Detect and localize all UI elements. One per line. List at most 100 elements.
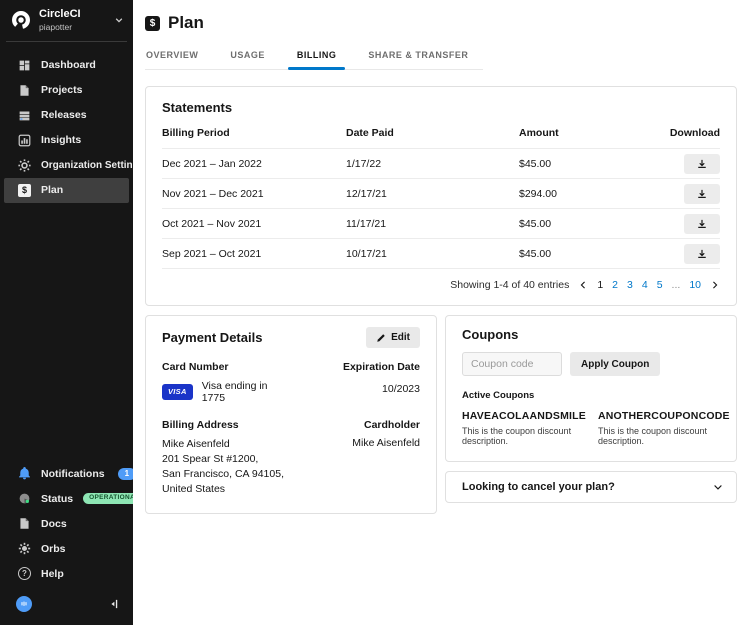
- docs-icon: [18, 517, 31, 530]
- cancel-plan-accordion[interactable]: Looking to cancel your plan?: [445, 471, 737, 503]
- lower-section: Payment Details Edit Card Number VISA Vi…: [145, 315, 737, 514]
- intercom-chat-icon[interactable]: [16, 596, 32, 612]
- coupon-description: This is the coupon discount description.: [597, 426, 708, 446]
- edit-button-label: Edit: [391, 332, 410, 343]
- cardholder-value: Mike Aisenfeld: [352, 437, 420, 449]
- table-row: Sep 2021 – Oct 2021 10/17/21 $45.00: [162, 238, 720, 268]
- pencil-icon: [377, 333, 385, 342]
- cardholder-label: Cardholder: [363, 419, 420, 431]
- column-header-amount: Amount: [519, 127, 559, 139]
- download-button[interactable]: [684, 183, 720, 204]
- address-line: San Francisco, CA 94105, United States: [162, 468, 284, 495]
- sidebar-item-help[interactable]: ? Help: [0, 561, 133, 586]
- edit-payment-button[interactable]: Edit: [366, 327, 420, 348]
- sidebar-item-plan[interactable]: $ Plan: [4, 177, 129, 203]
- bell-icon: [18, 467, 31, 480]
- page-title: Plan: [168, 13, 204, 32]
- page-header: $ Plan: [145, 10, 737, 33]
- date-paid-cell: 10/17/21: [346, 247, 387, 260]
- sidebar-item-status[interactable]: Status OPERATIONAL: [0, 486, 146, 511]
- amount-cell: $45.00: [519, 247, 552, 260]
- page-number[interactable]: 3: [627, 279, 633, 291]
- sidebar-item-insights[interactable]: Insights: [0, 128, 133, 153]
- page-number[interactable]: 5: [657, 279, 663, 291]
- sidebar-item-organization-settings[interactable]: Organization Settings: [0, 153, 144, 178]
- page-number-current[interactable]: 1: [597, 279, 603, 291]
- sidebar-footer: [0, 588, 133, 625]
- amount-cell: $45.00: [519, 157, 552, 170]
- dollar-icon: $: [18, 183, 31, 197]
- table-row: Nov 2021 – Dec 2021 12/17/21 $294.00: [162, 178, 720, 208]
- sidebar-item-docs[interactable]: Docs: [0, 511, 133, 536]
- download-button[interactable]: [684, 153, 720, 174]
- org-name: piapotter: [39, 22, 73, 32]
- card-number-label: Card Number: [162, 361, 229, 373]
- page-number[interactable]: 4: [642, 279, 648, 291]
- circleci-logo-icon: [10, 9, 32, 31]
- org-switcher[interactable]: CircleCI piapotter: [0, 0, 133, 40]
- coupon-code-input[interactable]: [462, 352, 562, 376]
- statements-table: Billing Period Date Paid Amount Download…: [162, 127, 720, 268]
- help-icon: ?: [18, 567, 31, 580]
- statements-title: Statements: [162, 100, 233, 115]
- column-header-billing-period: Billing Period: [162, 127, 230, 139]
- chevron-down-icon: [712, 481, 724, 493]
- sidebar: CircleCI piapotter Dashboard Projects Re…: [0, 0, 146, 625]
- plan-dollar-icon: $: [145, 15, 160, 31]
- sidebar-item-label: Releases: [41, 109, 87, 121]
- sidebar-item-label: Docs: [41, 517, 67, 530]
- coupon-item: ANOTHERCOUPONCODE This is the coupon dis…: [598, 410, 730, 446]
- sidebar-item-releases[interactable]: Releases: [0, 103, 133, 128]
- status-icon: [18, 492, 31, 505]
- expiration-date-value: 10/2023: [382, 383, 420, 395]
- amount-cell: $294.00: [519, 187, 557, 200]
- table-row: Oct 2021 – Nov 2021 11/17/21 $45.00: [162, 208, 720, 238]
- coupons-title: Coupons: [462, 327, 519, 342]
- tab-usage[interactable]: USAGE: [229, 46, 266, 69]
- sidebar-item-orbs[interactable]: Orbs: [0, 536, 133, 561]
- apply-coupon-button[interactable]: Apply Coupon: [570, 352, 661, 376]
- address-line: 201 Spear St #1200,: [162, 453, 259, 465]
- amount-cell: $45.00: [519, 217, 552, 230]
- coupons-card: Coupons Apply Coupon Active Coupons HAVE…: [445, 315, 737, 462]
- payment-details-title: Payment Details: [162, 330, 263, 345]
- collapse-sidebar-icon[interactable]: [108, 598, 120, 610]
- date-paid-cell: 1/17/22: [346, 157, 382, 170]
- orbs-icon: [18, 542, 31, 555]
- sidebar-item-label: Help: [41, 567, 64, 580]
- column-header-download: Download: [669, 127, 720, 139]
- sidebar-item-label: Organization Settings: [41, 159, 145, 171]
- page-number[interactable]: 10: [689, 279, 701, 291]
- coupon-item: HAVEACOLAANDSMILE This is the coupon dis…: [462, 410, 586, 446]
- pagination-ellipsis: ...: [671, 279, 681, 291]
- page-number[interactable]: 2: [612, 279, 618, 291]
- previous-page-icon[interactable]: [578, 280, 588, 290]
- sidebar-item-label: Dashboard: [41, 59, 96, 71]
- payment-details-card: Payment Details Edit Card Number VISA Vi…: [145, 315, 437, 514]
- sidebar-item-dashboard[interactable]: Dashboard: [0, 53, 133, 78]
- sidebar-item-label: Status: [41, 492, 74, 505]
- dashboard-icon: [18, 59, 31, 72]
- address-line: Mike Aisenfeld: [162, 438, 230, 450]
- statements-card: Statements Billing Period Date Paid Amou…: [145, 86, 737, 306]
- download-button[interactable]: [684, 243, 720, 264]
- insights-icon: [18, 134, 31, 147]
- tab-billing[interactable]: BILLING: [287, 46, 345, 70]
- visa-icon: VISA: [162, 383, 193, 401]
- next-page-icon[interactable]: [710, 280, 720, 290]
- sidebar-item-label: Orbs: [41, 542, 66, 555]
- column-header-date-paid: Date Paid: [346, 127, 394, 139]
- tab-overview[interactable]: OVERVIEW: [145, 46, 199, 69]
- download-button[interactable]: [684, 213, 720, 234]
- coupon-code: HAVEACOLAANDSMILE: [462, 410, 586, 422]
- sidebar-item-notifications[interactable]: Notifications 1: [0, 461, 137, 486]
- pagination-summary: Showing 1-4 of 40 entries: [450, 279, 570, 291]
- pagination: Showing 1-4 of 40 entries 1 2 3 4 5 ... …: [162, 268, 720, 300]
- table-row: Dec 2021 – Jan 2022 1/17/22 $45.00: [162, 148, 720, 178]
- sidebar-item-projects[interactable]: Projects: [0, 78, 133, 103]
- releases-icon: [18, 109, 31, 122]
- main-content: $ Plan OVERVIEW USAGE BILLING SHARE & TR…: [133, 0, 750, 625]
- expiration-date-label: Expiration Date: [342, 361, 420, 373]
- date-paid-cell: 12/17/21: [346, 187, 387, 200]
- tab-share-transfer[interactable]: SHARE & TRANSFER: [367, 46, 469, 69]
